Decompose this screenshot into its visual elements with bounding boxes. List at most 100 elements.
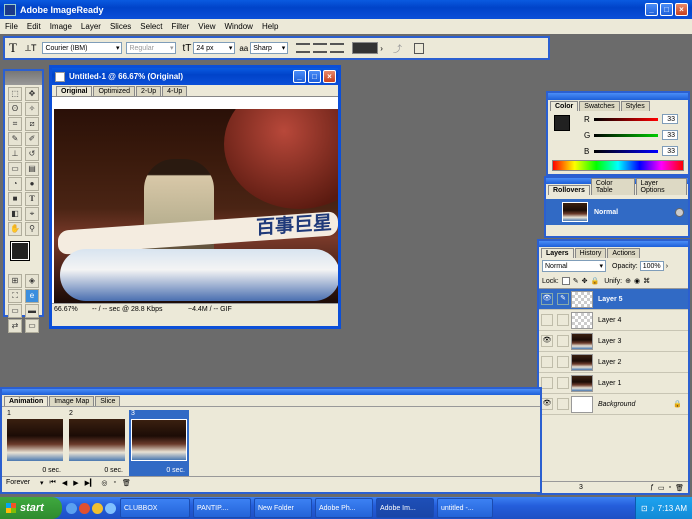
menu-layer[interactable]: Layer [81, 22, 101, 31]
lock-move-icon[interactable]: ✥ [582, 277, 588, 285]
opacity-field[interactable]: 100% [639, 261, 664, 271]
animation-frame-1[interactable]: 1 0 sec. [5, 410, 65, 476]
layer-row-background[interactable]: 👁 Background 🔒 [539, 394, 688, 415]
canvas-image[interactable]: 百事巨星 [54, 109, 338, 303]
hand-tool[interactable]: ✋ [8, 222, 22, 236]
tab-4-up[interactable]: 4-Up [162, 86, 188, 96]
taskbar-item-photoshop[interactable]: Adobe Ph... [315, 498, 373, 518]
taskbar-item-pantip[interactable]: PANTIP.... [193, 498, 251, 518]
history-brush-tool[interactable]: ↺ [25, 147, 39, 161]
new-layer-icon[interactable]: ▫ [669, 484, 671, 491]
preview-browser-icon[interactable]: e [25, 289, 39, 303]
tab-color-table[interactable]: Color Table [590, 178, 635, 195]
close-button[interactable]: × [675, 3, 688, 16]
tab-image-map[interactable]: Image Map [49, 396, 95, 406]
taskbar-item-new-folder[interactable]: New Folder [254, 498, 312, 518]
image-map-tool[interactable]: ◧ [8, 207, 22, 221]
doc-maximize-button[interactable]: □ [308, 70, 321, 83]
layer-5-visibility-icon[interactable]: 👁 [541, 293, 553, 305]
layer-row-1[interactable]: Layer 1 [539, 373, 688, 394]
crop-tool[interactable]: ⌗ [8, 117, 22, 131]
menu-view[interactable]: View [198, 22, 215, 31]
channel-r-value[interactable]: 33 [662, 114, 678, 124]
font-family-select[interactable]: Courier (IBM) ▾ [42, 42, 123, 54]
menu-image[interactable]: Image [50, 22, 72, 31]
color-fg-swatch[interactable] [554, 115, 570, 131]
align-left-icon[interactable] [296, 43, 311, 53]
channel-b-value[interactable]: 33 [662, 146, 678, 156]
brush-tool[interactable]: ✎ [8, 132, 22, 146]
tab-optimized[interactable]: Optimized [93, 86, 135, 96]
font-size-select[interactable]: 24 px ▾ [193, 42, 236, 54]
frame-2-delay[interactable]: 0 sec. [104, 467, 123, 474]
channel-g-slider[interactable] [594, 133, 658, 137]
layer-row-2[interactable]: Layer 2 [539, 352, 688, 373]
type-tool[interactable]: T [25, 192, 39, 206]
rollover-state-normal[interactable]: Normal [546, 199, 688, 225]
blur-tool[interactable]: ◔ [8, 177, 22, 191]
channel-g-value[interactable]: 33 [662, 130, 678, 140]
screen-mode-full-icon[interactable]: ▬ [25, 304, 39, 318]
font-style-select[interactable]: Regular ▾ [126, 42, 177, 54]
first-frame-icon[interactable]: ⏮ [50, 479, 56, 487]
tab-layer-options[interactable]: Layer Options [635, 178, 687, 195]
stamp-tool[interactable]: ⊥ [8, 147, 22, 161]
menu-file[interactable]: File [5, 22, 18, 31]
tab-slice[interactable]: Slice [95, 396, 121, 406]
align-center-icon[interactable] [313, 43, 328, 53]
slice-tool[interactable]: ⧄ [25, 117, 39, 131]
align-right-icon[interactable] [330, 43, 345, 53]
marquee-tool[interactable]: ⬚ [8, 87, 22, 101]
eraser-tool[interactable]: ▭ [8, 162, 22, 176]
layer-4-visibility-icon[interactable] [541, 314, 553, 326]
magic-wand-tool[interactable]: ✧ [25, 102, 39, 116]
jump-to-photoshop-icon[interactable]: ⇄ [8, 319, 22, 333]
channel-r-slider[interactable] [594, 117, 658, 121]
minimize-button[interactable]: _ [645, 3, 658, 16]
quick-launch-media-icon[interactable] [92, 502, 103, 514]
lasso-tool[interactable]: ʘ [8, 102, 22, 116]
download-time[interactable]: -- / -- sec @ 28.8 Kbps [92, 306, 188, 313]
loop-select[interactable]: Forever [6, 479, 40, 486]
color-spectrum[interactable] [552, 160, 684, 171]
quick-launch-app-icon[interactable] [79, 502, 90, 514]
background-brush-icon[interactable] [557, 398, 569, 410]
lock-all-icon[interactable]: 🔒 [590, 277, 599, 285]
tray-volume-icon[interactable]: ♪ [651, 504, 655, 513]
rollover-options-icon[interactable] [675, 207, 684, 217]
doc-close-button[interactable]: × [323, 70, 336, 83]
background-visibility-icon[interactable]: 👁 [541, 398, 553, 410]
tab-styles[interactable]: Styles [620, 101, 650, 111]
antialias-select[interactable]: Sharp ▾ [250, 42, 289, 54]
layer-2-brush-icon[interactable] [557, 356, 569, 368]
taskbar-item-clubbox[interactable]: CLUBBOX [120, 498, 190, 518]
move-tool[interactable]: ✥ [25, 87, 39, 101]
text-color-swatch[interactable] [352, 42, 379, 54]
menu-window[interactable]: Window [225, 22, 253, 31]
text-orientation-icon[interactable]: ⟂T [25, 43, 37, 54]
tab-actions[interactable]: Actions [607, 248, 641, 258]
lock-transparency-icon[interactable] [561, 277, 570, 285]
menu-help[interactable]: Help [262, 22, 278, 31]
toggle-image-maps-icon[interactable]: ◈ [25, 274, 39, 288]
layer-row-3[interactable]: 👁 Layer 3 [539, 331, 688, 352]
play-icon[interactable]: ▶ [73, 479, 78, 487]
tray-network-icon[interactable]: ⊡ [641, 504, 648, 513]
tab-history[interactable]: History [574, 248, 607, 258]
tray-clock[interactable]: 7:13 AM [658, 504, 687, 513]
zoom-tool[interactable]: ⚲ [25, 222, 39, 236]
new-set-icon[interactable]: ▭ [658, 484, 665, 492]
layer-row-5[interactable]: 👁 ✎ Layer 5 [539, 289, 688, 310]
delete-frame-icon[interactable]: 🗑 [122, 479, 131, 487]
loop-dropdown-icon[interactable]: ▾ [40, 479, 44, 487]
quick-launch-ie-icon[interactable] [66, 502, 77, 514]
gradient-tool[interactable]: ▤ [25, 162, 39, 176]
opacity-dropdown-icon[interactable]: › [666, 263, 668, 270]
layer-1-visibility-icon[interactable] [541, 377, 553, 389]
toggle-slices-icon[interactable]: ⊞ [8, 274, 22, 288]
add-layer-style-icon[interactable]: ƒ [650, 484, 654, 491]
swatch-dropdown-icon[interactable]: › [380, 44, 383, 53]
animation-frame-2[interactable]: 2 0 sec. [67, 410, 127, 476]
lock-brush-icon[interactable]: ✎ [573, 277, 579, 285]
next-frame-icon[interactable]: ▶▎ [85, 479, 96, 487]
